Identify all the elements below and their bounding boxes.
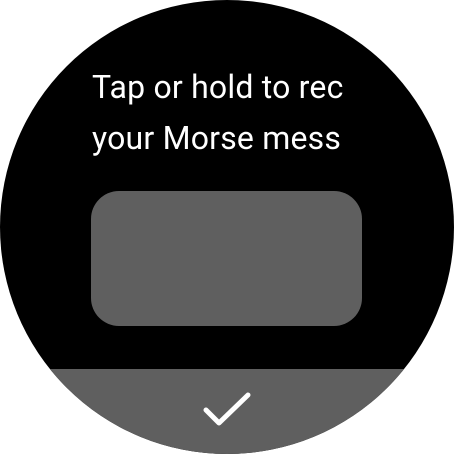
check-icon xyxy=(203,392,251,426)
watch-screen: Tap or hold to rec your Morse mess xyxy=(0,0,454,454)
morse-tap-pad[interactable] xyxy=(91,191,362,326)
instruction-text: Tap or hold to rec your Morse mess xyxy=(0,62,454,172)
instruction-line-1: Tap or hold to rec xyxy=(92,68,344,106)
instruction-line-2: your Morse mess xyxy=(92,119,342,157)
